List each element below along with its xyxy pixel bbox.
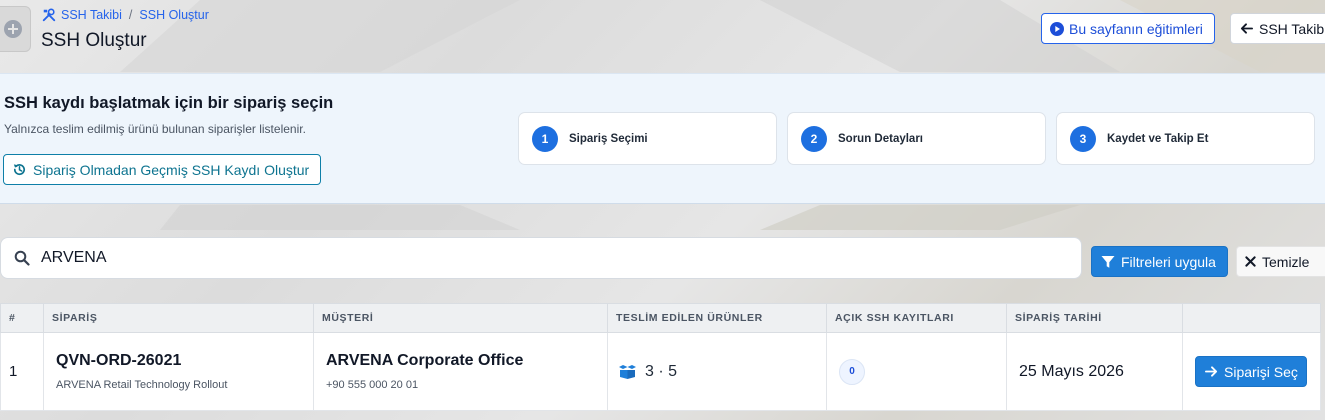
create-history-ssh-label: Sipariş Olmadan Geçmiş SSH Kaydı Oluştur — [33, 161, 310, 178]
intro-title: SSH kaydı başlatmak için bir sipariş seç… — [4, 94, 334, 112]
page-header: SSH Takibi / SSH Oluştur SSH Oluştur Bu … — [0, 0, 1325, 72]
delivered-products-cell: 3 · 5 — [607, 332, 827, 411]
column-header-index: # — [0, 303, 44, 333]
step-label: Sorun Detayları — [838, 132, 923, 145]
table-header-row: # SİPARİŞ MÜŞTERİ TESLİM EDİLEN ÜRÜNLER … — [0, 303, 1321, 333]
step-save-and-track: 3 Kaydet ve Takip Et — [1056, 112, 1315, 165]
select-order-label: Siparişi Seç — [1224, 363, 1298, 380]
back-to-ssh-button[interactable]: SSH Takibi — [1230, 13, 1325, 44]
step-label: Kaydet ve Takip Et — [1107, 132, 1209, 145]
step-issue-details: 2 Sorun Detayları — [787, 112, 1046, 165]
apply-filters-button[interactable]: Filtreleri uygula — [1091, 246, 1228, 277]
clear-filters-label: Temizle — [1262, 253, 1310, 270]
column-header-open-ssh: AÇIK SSH KAYITLARI — [826, 303, 1007, 333]
customer-phone: +90 555 000 20 01 — [326, 379, 419, 391]
search-icon — [14, 250, 30, 266]
plus-circle-icon — [3, 20, 22, 38]
action-cell: Siparişi Seç — [1182, 332, 1321, 411]
step-number: 1 — [532, 125, 558, 152]
boxes-icon — [619, 364, 636, 379]
filter-icon — [1101, 255, 1115, 268]
table-row: 1 QVN-ORD-26021 ARVENA Retail Technology… — [0, 332, 1321, 411]
order-cell: QVN-ORD-26021 ARVENA Retail Technology R… — [43, 332, 314, 411]
tools-icon — [42, 8, 56, 22]
open-ssh-cell: 0 — [826, 332, 1007, 411]
page-training-button[interactable]: Bu sayfanın eğitimleri — [1041, 13, 1215, 44]
apply-filters-label: Filtreleri uygula — [1121, 253, 1216, 270]
breadcrumb-separator: / — [128, 8, 133, 22]
arrow-right-icon — [1205, 366, 1218, 377]
column-header-order: SİPARİŞ — [43, 303, 314, 333]
arrow-left-icon — [1240, 23, 1253, 34]
column-header-action — [1182, 303, 1321, 333]
add-app-icon[interactable] — [0, 6, 31, 52]
create-history-ssh-button[interactable]: Sipariş Olmadan Geçmiş SSH Kaydı Oluştur — [3, 154, 321, 185]
order-search-box — [0, 237, 1082, 279]
breadcrumb: SSH Takibi / SSH Oluştur — [42, 8, 209, 22]
step-order-selection: 1 Sipariş Seçimi — [518, 112, 777, 165]
delivered-products: 3 · 5 — [618, 363, 826, 381]
customer-cell: ARVENA Corporate Office +90 555 000 20 0… — [313, 332, 608, 411]
select-order-button[interactable]: Siparişi Seç — [1195, 356, 1307, 387]
page-training-label: Bu sayfanın eğitimleri — [1069, 20, 1203, 37]
page-title: SSH Oluştur — [41, 30, 147, 51]
orders-table: # SİPARİŞ MÜŞTERİ TESLİM EDİLEN ÜRÜNLER … — [0, 303, 1321, 411]
order-selection-intro-panel: SSH kaydı başlatmak için bir sipariş seç… — [0, 73, 1325, 204]
order-date: 25 Mayıs 2026 — [1019, 362, 1124, 380]
column-header-order-date: SİPARİŞ TARİHİ — [1006, 303, 1183, 333]
back-to-ssh-label: SSH Takibi — [1259, 20, 1325, 37]
play-circle-icon — [1050, 21, 1064, 36]
close-icon — [1245, 256, 1256, 267]
order-date-cell: 25 Mayıs 2026 — [1006, 332, 1183, 411]
step-number: 3 — [1070, 125, 1096, 152]
delivered-count: 3 · 5 — [645, 362, 678, 380]
breadcrumb-link-ssh-takibi[interactable]: SSH Takibi — [61, 8, 122, 22]
clear-filters-button[interactable]: Temizle — [1236, 246, 1325, 277]
order-code: QVN-ORD-26021 — [56, 352, 182, 369]
column-header-delivered-products: TESLİM EDİLEN ÜRÜNLER — [607, 303, 827, 333]
history-icon — [13, 164, 25, 176]
step-number: 2 — [801, 125, 827, 152]
customer-name: ARVENA Corporate Office — [326, 352, 524, 369]
breadcrumb-link-ssh-olustur[interactable]: SSH Oluştur — [139, 8, 208, 22]
column-header-customer: MÜŞTERİ — [313, 303, 608, 333]
order-name: ARVENA Retail Technology Rollout — [56, 379, 228, 391]
step-label: Sipariş Seçimi — [569, 132, 648, 145]
row-index: 1 — [0, 332, 44, 411]
open-ssh-badge: 0 — [839, 358, 865, 385]
intro-subtitle: Yalnızca teslim edilmiş ürünü bulunan si… — [4, 122, 306, 136]
search-input[interactable] — [41, 249, 941, 267]
